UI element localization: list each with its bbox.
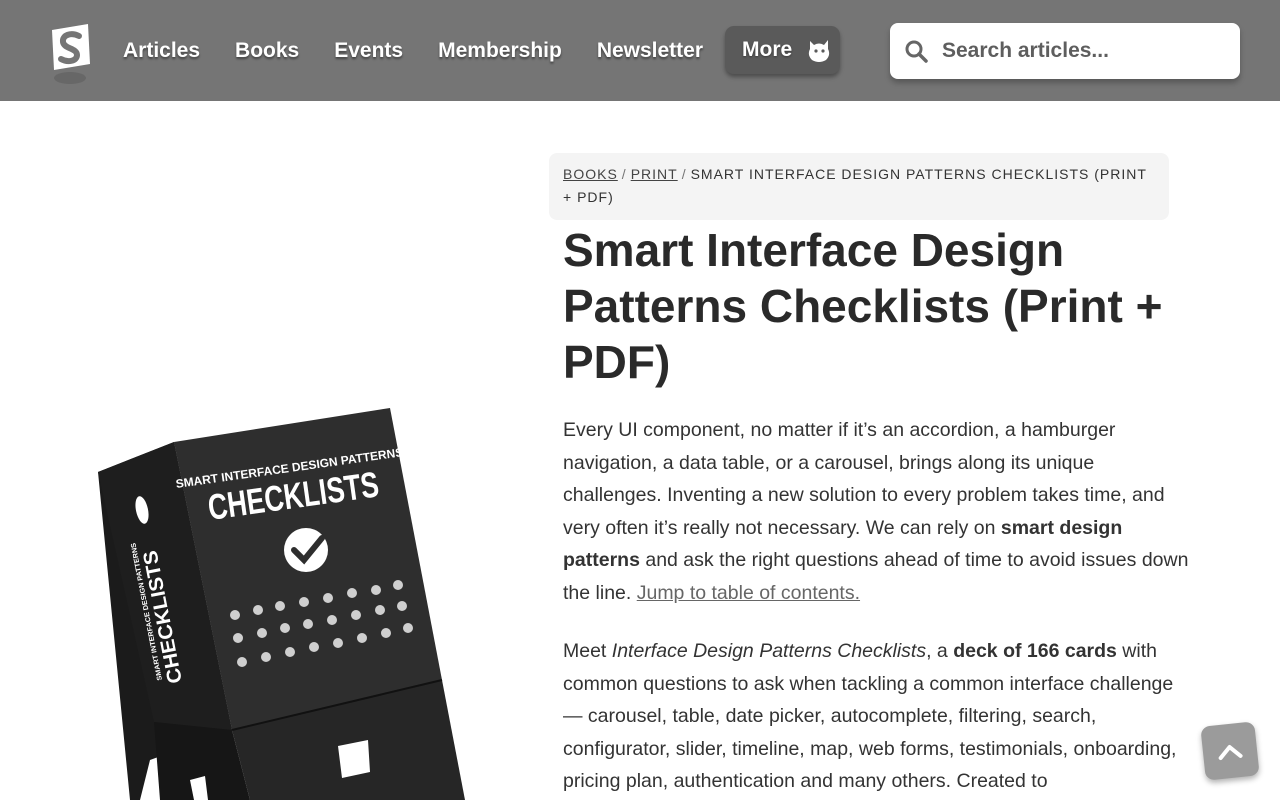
desc-text: Meet: [563, 640, 612, 662]
nav-membership[interactable]: Membership: [438, 38, 562, 64]
more-button[interactable]: More: [725, 26, 840, 74]
nav-newsletter[interactable]: Newsletter: [597, 38, 703, 64]
site-header: Articles Books Events Membership Newslet…: [0, 0, 1280, 101]
search-box: [890, 23, 1240, 79]
main-nav: Articles Books Events Membership Newslet…: [123, 38, 738, 64]
desc-text: with common questions to ask when tackli…: [563, 640, 1177, 792]
breadcrumb-books[interactable]: BOOKS: [563, 166, 618, 182]
more-label: More: [742, 38, 793, 61]
chevron-up-icon: [1218, 745, 1243, 761]
breadcrumb-separator: /: [621, 166, 627, 182]
page-title: Smart Interface Design Patterns Checklis…: [563, 224, 1163, 388]
back-to-top-button[interactable]: [1200, 721, 1260, 781]
jump-to-toc-link[interactable]: Jump to table of contents.: [637, 582, 860, 604]
description-paragraph-2: Meet Interface Design Patterns Checklist…: [563, 635, 1193, 798]
cat-icon: [809, 40, 830, 62]
nav-books[interactable]: Books: [235, 38, 299, 64]
nav-articles[interactable]: Articles: [123, 38, 200, 64]
breadcrumb-separator: /: [681, 166, 687, 182]
desc-italic: Interface Design Patterns Checklists: [611, 640, 927, 662]
smashing-logo-icon[interactable]: [44, 22, 96, 86]
breadcrumb-print[interactable]: PRINT: [631, 166, 678, 182]
breadcrumb: BOOKS / PRINT / SMART INTERFACE DESIGN PATTE…: [549, 153, 1169, 220]
search-icon[interactable]: [904, 39, 928, 63]
desc-bold: deck of 166 cards: [953, 640, 1117, 662]
description-paragraph-1: Every UI component, no matter if it’s an…: [563, 414, 1193, 609]
product-box-image: SMART INTERFACE DESIGN PATTERNS CHECKLIS…: [98, 408, 465, 800]
nav-events[interactable]: Events: [334, 38, 403, 64]
desc-text: , a: [926, 640, 954, 662]
search-input[interactable]: [942, 39, 1232, 63]
